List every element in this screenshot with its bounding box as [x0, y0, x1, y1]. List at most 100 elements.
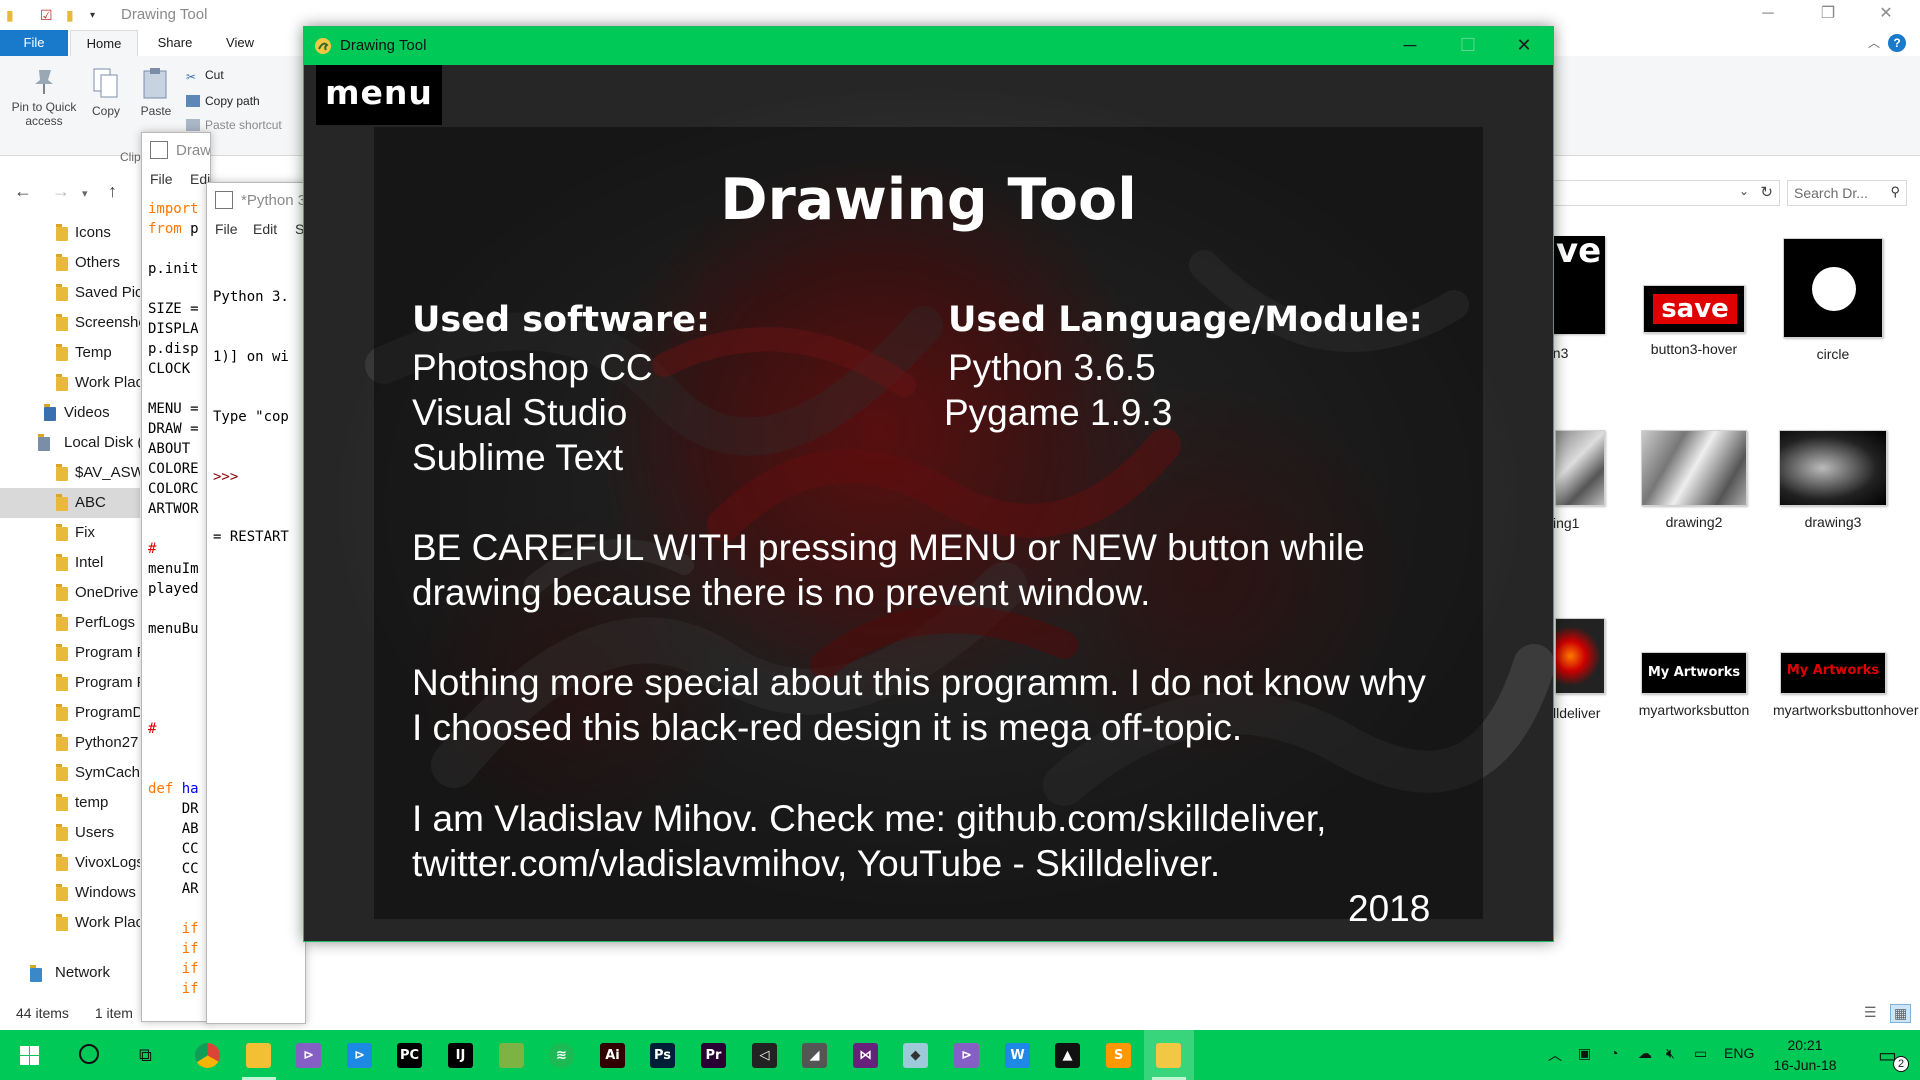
pin-to-quick-access-button[interactable]: Pin to Quick access [6, 66, 82, 128]
nav-item[interactable]: VivoxLogs [0, 848, 140, 878]
volume-muted-icon[interactable]: 🔇︎ [1666, 1045, 1675, 1062]
details-view-icon[interactable]: ☰ [1864, 1004, 1877, 1021]
taskbar-app-button[interactable]: IJ [436, 1030, 486, 1080]
help-icon[interactable]: ? [1888, 34, 1906, 52]
up-icon[interactable]: ↑ [108, 181, 117, 202]
tab-share[interactable]: Share [150, 30, 200, 56]
large-icons-view-icon[interactable]: ▦ [1890, 1004, 1912, 1023]
taskbar-app-button[interactable] [183, 1030, 233, 1080]
file-item-myartworksbutton[interactable]: My Artworks myartworksbutton [1634, 652, 1754, 720]
address-dropdown-icon[interactable]: ⌄ [1739, 184, 1749, 198]
nav-item[interactable]: Saved Pic [0, 278, 140, 308]
file-item[interactable] [1555, 430, 1605, 512]
recent-locations-icon[interactable]: ▾ [82, 187, 88, 200]
explorer-maximize-button[interactable]: ❐ [1800, 0, 1856, 30]
tray-app-icon[interactable]: ▣ [1578, 1045, 1591, 1062]
minimize-button[interactable]: ─ [1381, 27, 1439, 65]
cut-button[interactable]: ✂ Cut [186, 68, 224, 84]
taskbar-app-button[interactable] [1144, 1030, 1194, 1080]
file-label-on3[interactable]: on3 [1545, 343, 1605, 363]
shell-output[interactable]: Python 3. 1)] on wi Type "cop >>> = REST… [213, 247, 289, 587]
nav-item[interactable]: Temp [0, 338, 140, 368]
file-item-drawing2[interactable]: drawing2 [1634, 430, 1754, 532]
nav-item[interactable]: Intel [0, 548, 140, 578]
tab-home[interactable]: Home [70, 30, 138, 56]
maximize-button[interactable]: ☐ [1439, 27, 1497, 65]
nav-item[interactable]: Network [0, 958, 140, 988]
taskbar-app-button[interactable] [234, 1030, 284, 1080]
taskbar-app-button[interactable]: ⊳ [942, 1030, 992, 1080]
start-button[interactable] [0, 1030, 58, 1080]
action-center-button[interactable]: ▭ 2 [1862, 1030, 1920, 1080]
nav-item[interactable]: Program F [0, 668, 140, 698]
nav-item[interactable]: Windows [0, 878, 140, 908]
nav-item[interactable]: $AV_ASW [0, 458, 140, 488]
ribbon-collapse-icon[interactable]: ︿ [1868, 34, 1880, 51]
nav-item[interactable]: Screensho [0, 308, 140, 338]
properties-icon[interactable]: ☑ [40, 7, 53, 24]
file-item[interactable] [1555, 618, 1605, 700]
new-folder-icon[interactable]: ▮ [66, 7, 74, 24]
menu-file[interactable]: File [215, 221, 238, 237]
code-area[interactable]: import from p p.init SIZE = DISPLA p.disp CLOC… [148, 199, 199, 999]
language-indicator[interactable]: ENG [1724, 1045, 1754, 1061]
customize-toolbar-icon[interactable]: ▾ [90, 10, 95, 21]
nav-item[interactable]: Videos [0, 398, 140, 428]
wifi-icon[interactable]: ◔ [1610, 1045, 1618, 1061]
taskbar-app-button[interactable]: Ai [588, 1030, 638, 1080]
nav-item[interactable]: SymCache [0, 758, 140, 788]
search-input[interactable]: Search Dr... ⚲ [1787, 180, 1907, 206]
taskbar-app-button[interactable]: ≋ [537, 1030, 587, 1080]
nav-item[interactable]: Python27 [0, 728, 140, 758]
nav-item[interactable]: Local Disk ( [0, 428, 140, 458]
nav-item[interactable]: Others [0, 248, 140, 278]
taskbar-app-button[interactable]: ⊳ [335, 1030, 385, 1080]
task-view-button[interactable]: ⧉ [120, 1030, 178, 1080]
taskbar-app-button[interactable]: ⊳ [284, 1030, 334, 1080]
menu-button[interactable]: menu [316, 65, 442, 125]
taskbar-app-button[interactable] [487, 1030, 537, 1080]
taskbar-app-button[interactable]: PC [385, 1030, 435, 1080]
nav-item[interactable]: ProgramD [0, 698, 140, 728]
tab-file[interactable]: File [0, 30, 68, 56]
close-button[interactable]: ✕ [1495, 27, 1553, 65]
taskbar-app-button[interactable]: ▲ [1043, 1030, 1093, 1080]
explorer-close-button[interactable]: ✕ [1858, 0, 1914, 30]
nav-item[interactable]: Icons [0, 218, 140, 248]
taskbar-app-button[interactable]: W [993, 1030, 1043, 1080]
taskbar-app-button[interactable]: Ps [638, 1030, 688, 1080]
search-button[interactable] [60, 1030, 118, 1080]
paste-shortcut-button[interactable]: Paste shortcut [186, 118, 282, 132]
taskbar-app-button[interactable]: Pr [689, 1030, 739, 1080]
menu-file[interactable]: File [150, 171, 173, 187]
file-label-lldeliver[interactable]: lldeliver [1553, 703, 1613, 723]
back-icon[interactable]: ← [14, 181, 32, 202]
forward-icon[interactable]: → [52, 181, 70, 202]
file-label-ing1[interactable]: ing1 [1553, 513, 1613, 533]
nav-item[interactable]: Work Plac [0, 368, 140, 398]
taskbar-app-button[interactable]: ◁ [740, 1030, 790, 1080]
taskbar-app-button[interactable]: ◆ [891, 1030, 941, 1080]
nav-item[interactable]: Work Plac [0, 908, 140, 938]
show-hidden-icons-icon[interactable]: ︿ [1548, 1045, 1562, 1065]
nav-item[interactable]: OneDrive [0, 578, 140, 608]
nav-item[interactable]: Fix [0, 518, 140, 548]
onedrive-icon[interactable]: ☁ [1638, 1045, 1652, 1062]
clock[interactable]: 20:21 16-Jun-18 [1770, 1035, 1840, 1075]
address-bar[interactable]: ⌄ ↻ [1540, 180, 1780, 206]
taskbar-app-button[interactable]: S [1094, 1030, 1144, 1080]
tab-view[interactable]: View [215, 30, 265, 56]
copy-path-button[interactable]: Copy path [186, 94, 260, 108]
battery-icon[interactable]: ▭ [1694, 1045, 1707, 1062]
file-item-circle[interactable]: circle [1773, 238, 1893, 364]
refresh-icon[interactable]: ↻ [1760, 183, 1773, 201]
nav-item[interactable]: Program F [0, 638, 140, 668]
menu-edit[interactable]: Edit [253, 221, 277, 237]
copy-button[interactable]: Copy [84, 66, 128, 118]
nav-item[interactable]: ABC [0, 488, 140, 518]
file-item-button3-hover[interactable]: save button3-hover [1634, 285, 1754, 359]
taskbar-app-button[interactable]: ⋈ [841, 1030, 891, 1080]
file-item-drawing3[interactable]: drawing3 [1773, 430, 1893, 532]
nav-item[interactable]: Users [0, 818, 140, 848]
explorer-minimize-button[interactable]: ─ [1740, 0, 1796, 30]
